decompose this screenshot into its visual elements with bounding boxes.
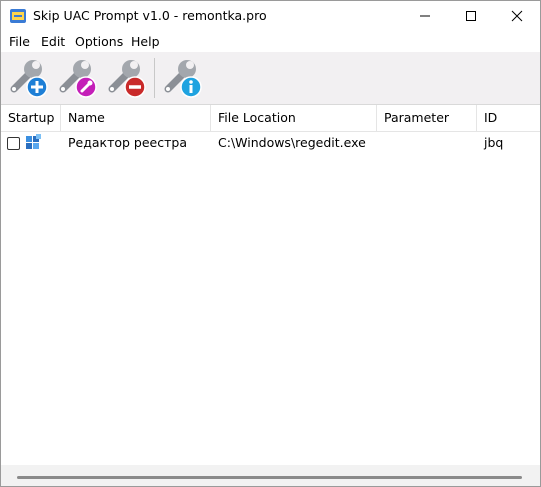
registry-editor-icon — [24, 134, 42, 152]
toolbar — [1, 52, 540, 105]
close-button[interactable] — [494, 1, 540, 31]
status-bar — [1, 465, 540, 486]
table-row[interactable]: Редактор реестра C:\Windows\regedit.exe … — [1, 132, 540, 154]
menu-help[interactable]: Help — [131, 34, 160, 49]
edit-entry-button[interactable] — [55, 55, 101, 101]
close-icon — [511, 10, 523, 22]
about-button[interactable] — [160, 55, 206, 101]
delete-wrench-icon — [108, 60, 146, 98]
list-header: Startup Name File Location Parameter ID — [1, 105, 540, 132]
menu-edit[interactable]: Edit — [41, 34, 65, 49]
minimize-icon — [420, 15, 430, 17]
window-title: Skip UAC Prompt v1.0 - remontka.pro — [33, 8, 267, 23]
app-window: Skip UAC Prompt v1.0 - remontka.pro File… — [0, 0, 541, 487]
cell-id: jbq — [484, 135, 504, 150]
edit-wrench-icon — [59, 60, 97, 98]
entries-list[interactable]: Startup Name File Location Parameter ID … — [1, 105, 540, 465]
startup-checkbox[interactable] — [7, 137, 20, 150]
toolbar-separator — [154, 58, 155, 98]
cell-name: Редактор реестра — [68, 135, 187, 150]
column-header-name[interactable]: Name — [61, 105, 211, 131]
horizontal-scrollbar[interactable] — [17, 476, 522, 479]
column-header-parameter[interactable]: Parameter — [377, 105, 477, 131]
add-wrench-icon — [10, 60, 48, 98]
column-header-file-location[interactable]: File Location — [211, 105, 377, 131]
app-icon — [9, 7, 27, 25]
maximize-button[interactable] — [448, 1, 494, 31]
column-header-startup[interactable]: Startup — [1, 105, 61, 131]
info-wrench-icon — [164, 60, 202, 98]
cell-file-location: C:\Windows\regedit.exe — [218, 135, 366, 150]
column-header-id[interactable]: ID — [477, 105, 540, 131]
menu-options[interactable]: Options — [75, 34, 123, 49]
menu-file[interactable]: File — [9, 34, 30, 49]
minimize-button[interactable] — [402, 1, 448, 31]
delete-entry-button[interactable] — [104, 55, 150, 101]
add-entry-button[interactable] — [6, 55, 52, 101]
maximize-icon — [466, 11, 476, 21]
title-bar[interactable]: Skip UAC Prompt v1.0 - remontka.pro — [1, 1, 540, 31]
menu-bar: File Edit Options Help — [1, 31, 540, 52]
